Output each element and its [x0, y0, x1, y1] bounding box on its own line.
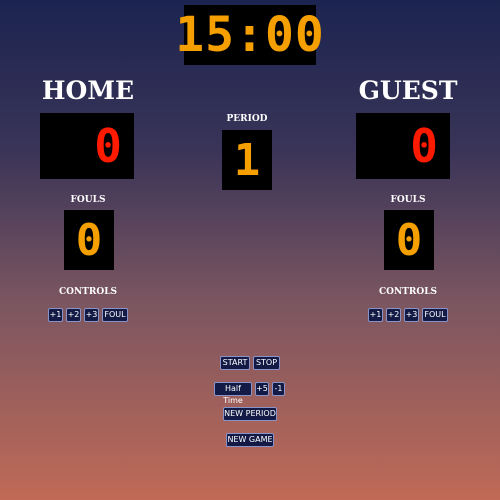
half-time-button[interactable]: Half Time [214, 382, 252, 405]
home-controls: +1 +2 +3 FOUL [48, 308, 128, 322]
guest-controls: +1 +2 +3 FOUL [368, 308, 448, 322]
guest-score: 0 [356, 113, 450, 179]
home-score: 0 [40, 113, 134, 179]
guest-controls-label: CONTROLS [378, 287, 438, 297]
minus1-button[interactable]: -1 [272, 382, 285, 396]
guest-fouls-label: FOULS [390, 195, 426, 205]
home-fouls-display: 0 [64, 210, 114, 270]
start-button[interactable]: START [220, 356, 250, 370]
clock-controls: START STOP [220, 356, 280, 370]
guest-plus2-button[interactable]: +2 [386, 308, 401, 322]
home-plus2-button[interactable]: +2 [66, 308, 81, 322]
home-controls-label: CONTROLS [58, 287, 118, 297]
time-adjust-controls: Half Time +5 -1 [214, 382, 285, 405]
guest-fouls-display: 0 [384, 210, 434, 270]
guest-team-name: GUEST [358, 76, 458, 105]
home-plus1-button[interactable]: +1 [48, 308, 63, 322]
stop-button[interactable]: STOP [253, 356, 280, 370]
guest-plus1-button[interactable]: +1 [368, 308, 383, 322]
new-period-button[interactable]: NEW PERIOD [223, 407, 277, 421]
period-label: PERIOD [226, 114, 268, 124]
period-controls: NEW PERIOD [223, 407, 277, 421]
guest-plus3-button[interactable]: +3 [404, 308, 419, 322]
game-clock: 15:00 [175, 5, 325, 65]
home-foul-button[interactable]: FOUL [102, 308, 128, 322]
new-game-button[interactable]: NEW GAME [226, 433, 274, 447]
game-reset-controls: NEW GAME [226, 433, 274, 447]
home-fouls-label: FOULS [70, 195, 106, 205]
home-team-name: HOME [41, 76, 135, 105]
guest-foul-button[interactable]: FOUL [422, 308, 448, 322]
home-plus3-button[interactable]: +3 [84, 308, 99, 322]
plus5-button[interactable]: +5 [255, 382, 269, 396]
period-display: 1 [222, 130, 272, 190]
